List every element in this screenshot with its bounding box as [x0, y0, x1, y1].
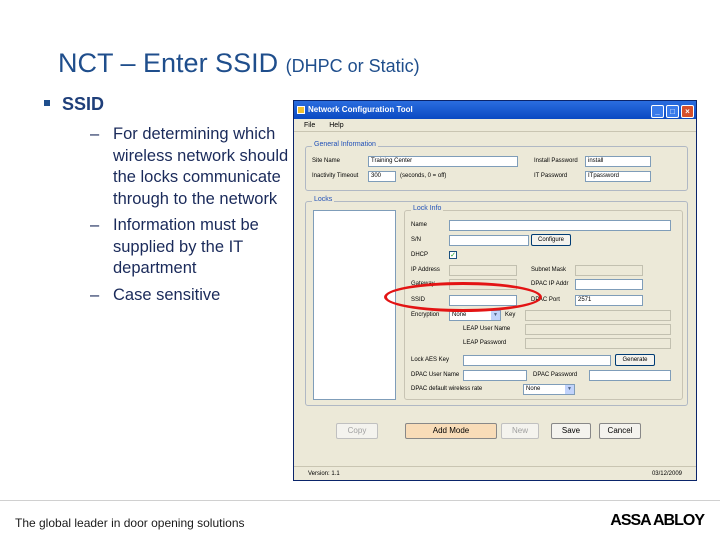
window-titlebar[interactable]: Network Configuration Tool _ □ ×	[294, 101, 696, 119]
dpac-ip-label: DPAC IP Addr	[531, 281, 569, 287]
inactivity-timeout-label: Inactivity Timeout	[312, 173, 359, 179]
title-sub: (DHPC or Static)	[285, 56, 420, 76]
new-button[interactable]: New	[501, 423, 539, 439]
save-button[interactable]: Save	[551, 423, 591, 439]
ip-address-label: IP Address	[411, 267, 440, 273]
lock-aes-key-label: Lock AES Key	[411, 357, 450, 363]
sub-bullet: – Information must be supplied by the IT …	[90, 216, 259, 277]
dpac-rate-label: DPAC default wireless rate	[411, 386, 483, 392]
sub-bullet-text: Case sensitive	[113, 285, 221, 304]
it-password-label: IT Password	[534, 173, 568, 179]
dpac-password-label: DPAC Password	[533, 372, 578, 378]
leap-password-label: LEAP Password	[463, 340, 507, 346]
footer-tagline: The global leader in door opening soluti…	[15, 516, 245, 530]
dpac-ip-input[interactable]	[575, 279, 643, 290]
sn-label: S/N	[411, 237, 422, 243]
chevron-down-icon[interactable]: ▼	[491, 311, 500, 320]
ssid-highlight-oval	[384, 282, 542, 312]
menu-file[interactable]: File	[304, 122, 315, 129]
menu-help[interactable]: Help	[329, 122, 343, 129]
encryption-value: None	[452, 312, 467, 318]
cancel-button[interactable]: Cancel	[599, 423, 641, 439]
sub-bullet-text: Information must be supplied by the IT d…	[113, 216, 259, 277]
slide-title: NCT – Enter SSID (DHPC or Static)	[58, 48, 420, 79]
assa-abloy-logo: ASSA ABLOY	[610, 512, 705, 529]
generate-button[interactable]: Generate	[615, 354, 655, 366]
general-info-group: General Information Site Name Training C…	[305, 141, 688, 191]
general-info-label: General Information	[312, 141, 378, 148]
key-label: Key	[505, 312, 516, 318]
menu-bar: File Help	[294, 119, 696, 132]
main-bullet: SSID	[44, 94, 104, 115]
minimize-icon[interactable]: _	[651, 105, 664, 118]
locks-label: Locks	[312, 196, 335, 203]
dpac-user-input[interactable]	[463, 370, 527, 381]
locks-list[interactable]	[313, 210, 396, 400]
site-name-label: Site Name	[312, 158, 341, 164]
dpac-rate-value: None	[526, 386, 541, 392]
add-mode-button[interactable]: Add Mode	[405, 423, 497, 439]
key-input[interactable]	[525, 310, 671, 321]
bullet-square-icon	[44, 100, 50, 107]
lock-aes-key-input[interactable]	[463, 355, 611, 366]
dhcp-label: DHCP	[411, 252, 429, 258]
status-date: 03/12/2009	[651, 471, 682, 477]
chevron-down-icon[interactable]: ▼	[565, 385, 574, 394]
name-label: Name	[411, 222, 428, 228]
subnet-mask-label: Subnet Mask	[531, 267, 567, 273]
close-icon[interactable]: ×	[681, 105, 694, 118]
leap-user-label: LEAP User Name	[463, 326, 511, 332]
leap-password-input[interactable]	[525, 338, 671, 349]
install-password-input[interactable]: install	[585, 156, 651, 167]
encryption-label: Encryption	[411, 312, 440, 318]
sub-bullet-list: – For determining which wireless network …	[90, 124, 290, 311]
name-input[interactable]	[449, 220, 671, 231]
app-icon	[297, 106, 305, 114]
it-password-input[interactable]: ITpassword	[585, 171, 651, 182]
configure-button[interactable]: Configure	[531, 234, 571, 246]
sub-bullet-text: For determining which wireless network s…	[113, 125, 289, 208]
window-title: Network Configuration Tool	[308, 105, 413, 114]
main-bullet-text: SSID	[62, 94, 105, 114]
sn-input[interactable]	[449, 235, 529, 246]
sub-bullet: – Case sensitive	[90, 285, 221, 304]
title-main: NCT – Enter SSID	[58, 48, 279, 78]
install-password-label: Install Password	[534, 158, 578, 164]
leap-user-input[interactable]	[525, 324, 671, 335]
inactivity-timeout-input[interactable]: 300	[368, 171, 396, 182]
footer: The global leader in door opening soluti…	[0, 500, 720, 540]
ip-address-input[interactable]	[449, 265, 517, 276]
subnet-mask-input[interactable]	[575, 265, 643, 276]
dpac-user-label: DPAC User Name	[411, 372, 460, 378]
dhcp-checkbox[interactable]: ✓	[449, 251, 457, 259]
dpac-password-input[interactable]	[589, 370, 671, 381]
site-name-input[interactable]: Training Center	[368, 156, 518, 167]
copy-button[interactable]: Copy	[336, 423, 378, 439]
lock-info-label: Lock Info	[411, 205, 444, 212]
dpac-port-input[interactable]: 2571	[575, 295, 643, 306]
maximize-icon[interactable]: □	[666, 105, 679, 118]
inactivity-hint: (seconds, 0 = off)	[400, 173, 447, 179]
version-text: Version: 1.1	[308, 471, 340, 477]
status-bar: Version: 1.1 03/12/2009	[294, 466, 696, 480]
dpac-rate-select[interactable]: None ▼	[523, 384, 575, 395]
sub-bullet: – For determining which wireless network …	[90, 125, 289, 208]
